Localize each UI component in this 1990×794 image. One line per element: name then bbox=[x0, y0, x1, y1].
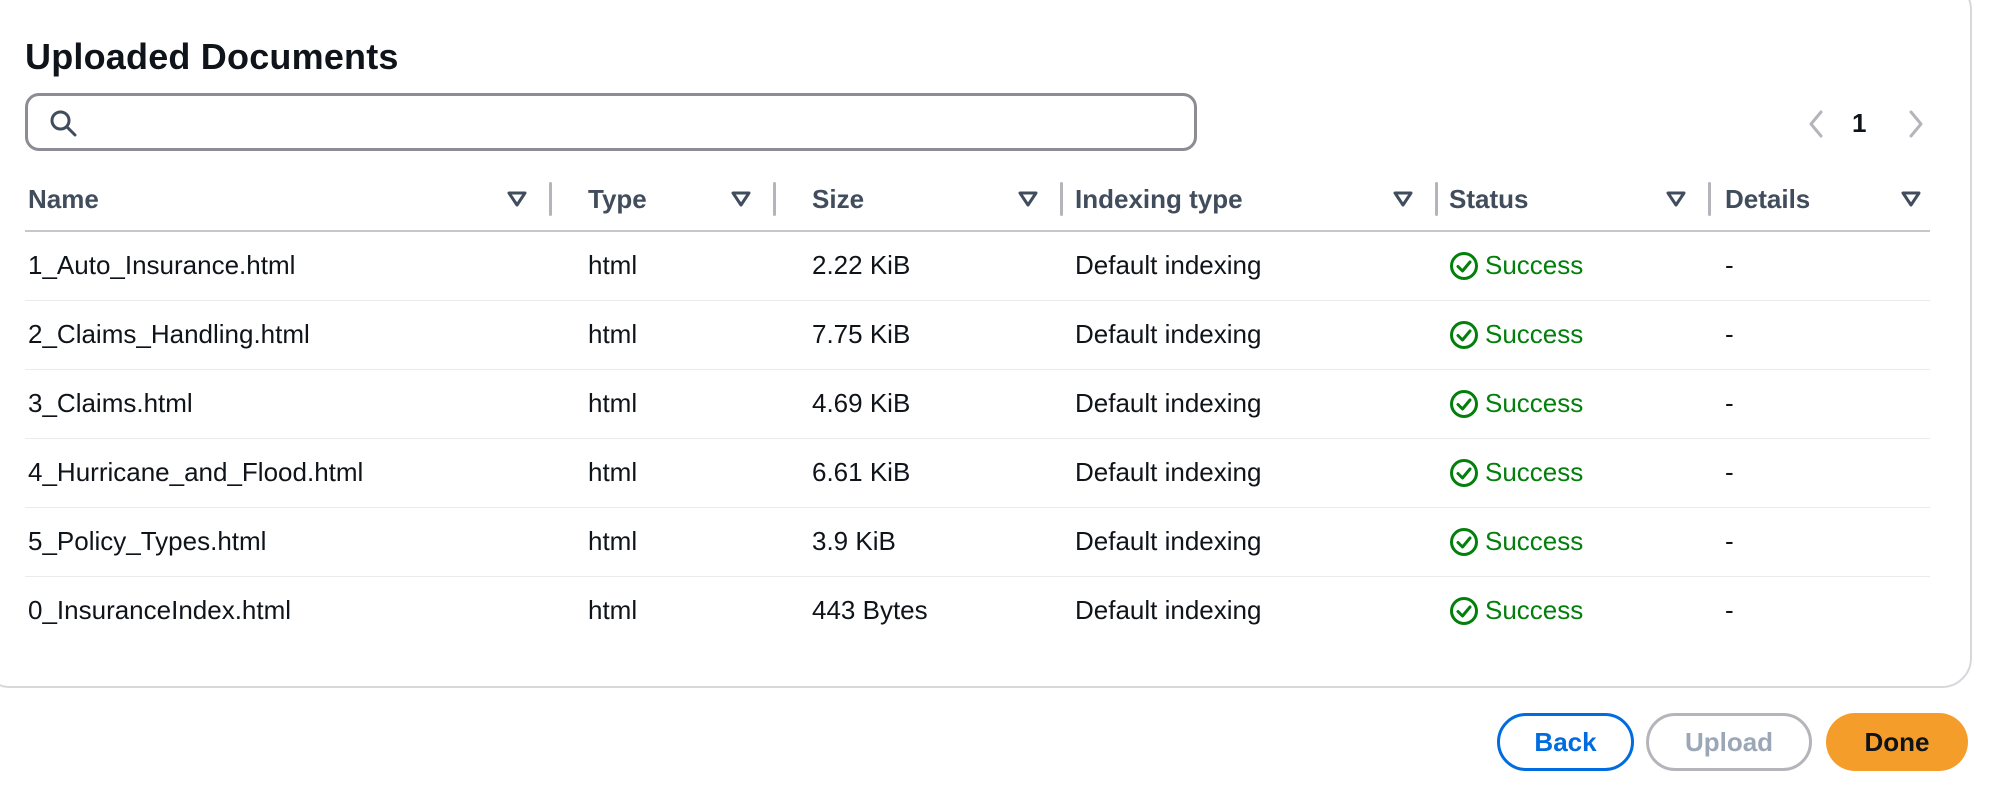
cell-indexing-type: Default indexing bbox=[1075, 388, 1262, 418]
cell-name: 1_Auto_Insurance.html bbox=[28, 250, 296, 280]
check-circle-icon bbox=[1450, 252, 1478, 280]
cell-name: 4_Hurricane_and_Flood.html bbox=[28, 457, 364, 487]
cell-size: 6.61 KiB bbox=[812, 457, 911, 487]
column-header-details[interactable]: Details bbox=[1722, 178, 1930, 230]
cell-indexing-type: Default indexing bbox=[1075, 250, 1262, 280]
cell-details: - bbox=[1725, 319, 1734, 349]
table-row: 5_Policy_Types.html html 3.9 KiB Default… bbox=[25, 508, 1930, 577]
cell-type: html bbox=[588, 319, 638, 349]
caret-down-icon[interactable] bbox=[1392, 188, 1414, 210]
column-resizer[interactable] bbox=[1060, 182, 1063, 216]
column-label: Status bbox=[1449, 184, 1529, 214]
done-button[interactable]: Done bbox=[1826, 713, 1968, 771]
caret-down-icon[interactable] bbox=[1665, 188, 1687, 210]
column-label: Type bbox=[588, 184, 647, 214]
column-resizer[interactable] bbox=[1435, 182, 1438, 216]
cell-type: html bbox=[588, 526, 638, 556]
check-circle-icon bbox=[1450, 459, 1478, 487]
table-row: 0_InsuranceIndex.html html 443 Bytes Def… bbox=[25, 577, 1930, 646]
cell-indexing-type: Default indexing bbox=[1075, 319, 1262, 349]
table-header: Name Type Size Indexing type Status Deta… bbox=[25, 178, 1930, 232]
column-resizer[interactable] bbox=[549, 182, 552, 216]
cell-name: 5_Policy_Types.html bbox=[28, 526, 267, 556]
column-header-name[interactable]: Name bbox=[25, 178, 573, 230]
cell-indexing-type: Default indexing bbox=[1075, 595, 1262, 625]
table-row: 4_Hurricane_and_Flood.html html 6.61 KiB… bbox=[25, 439, 1930, 508]
upload-button[interactable]: Upload bbox=[1646, 713, 1812, 771]
column-resizer[interactable] bbox=[773, 182, 776, 216]
caret-down-icon[interactable] bbox=[1900, 188, 1922, 210]
search-icon bbox=[50, 110, 77, 137]
column-header-status[interactable]: Status bbox=[1446, 178, 1722, 230]
caret-down-icon[interactable] bbox=[730, 188, 752, 210]
cell-details: - bbox=[1725, 595, 1734, 625]
table-row: 1_Auto_Insurance.html html 2.22 KiB Defa… bbox=[25, 232, 1930, 301]
check-circle-icon bbox=[1450, 321, 1478, 349]
table-row: 2_Claims_Handling.html html 7.75 KiB Def… bbox=[25, 301, 1930, 370]
check-circle-icon bbox=[1450, 528, 1478, 556]
caret-down-icon[interactable] bbox=[506, 188, 528, 210]
cell-details: - bbox=[1725, 388, 1734, 418]
cell-details: - bbox=[1725, 526, 1734, 556]
column-label: Indexing type bbox=[1075, 184, 1243, 214]
cell-indexing-type: Default indexing bbox=[1075, 526, 1262, 556]
cell-size: 7.75 KiB bbox=[812, 319, 911, 349]
cell-size: 443 Bytes bbox=[812, 595, 928, 625]
search-input[interactable] bbox=[98, 104, 1178, 140]
cell-size: 3.9 KiB bbox=[812, 526, 896, 556]
cell-type: html bbox=[588, 595, 638, 625]
search-box[interactable] bbox=[25, 93, 1197, 151]
back-button[interactable]: Back bbox=[1497, 713, 1634, 771]
check-circle-icon bbox=[1450, 597, 1478, 625]
chevron-left-icon[interactable] bbox=[1801, 104, 1831, 144]
cell-size: 4.69 KiB bbox=[812, 388, 911, 418]
status-text: Success bbox=[1485, 526, 1584, 556]
cell-details: - bbox=[1725, 250, 1734, 280]
column-label: Details bbox=[1725, 184, 1811, 214]
check-circle-icon bbox=[1450, 390, 1478, 418]
cell-size: 2.22 KiB bbox=[812, 250, 911, 280]
cell-name: 2_Claims_Handling.html bbox=[28, 319, 310, 349]
table-row: 3_Claims.html html 4.69 KiB Default inde… bbox=[25, 370, 1930, 439]
column-label: Name bbox=[28, 184, 99, 214]
page-title: Uploaded Documents bbox=[25, 36, 399, 77]
cell-name: 0_InsuranceIndex.html bbox=[28, 595, 292, 625]
cell-type: html bbox=[588, 250, 638, 280]
status-text: Success bbox=[1485, 457, 1584, 487]
cell-type: html bbox=[588, 388, 638, 418]
column-header-indexing-type[interactable]: Indexing type bbox=[1072, 178, 1452, 230]
column-header-type[interactable]: Type bbox=[585, 178, 805, 230]
cell-details: - bbox=[1725, 457, 1734, 487]
page-number[interactable]: 1 bbox=[1852, 108, 1866, 139]
caret-down-icon[interactable] bbox=[1017, 188, 1039, 210]
status-text: Success bbox=[1485, 595, 1584, 625]
status-text: Success bbox=[1485, 319, 1584, 349]
column-header-size[interactable]: Size bbox=[809, 178, 1069, 230]
column-resizer[interactable] bbox=[1708, 182, 1711, 216]
cell-name: 3_Claims.html bbox=[28, 388, 193, 418]
chevron-right-icon[interactable] bbox=[1901, 104, 1931, 144]
status-text: Success bbox=[1485, 388, 1584, 418]
status-text: Success bbox=[1485, 250, 1584, 280]
column-label: Size bbox=[812, 184, 865, 214]
cell-indexing-type: Default indexing bbox=[1075, 457, 1262, 487]
cell-type: html bbox=[588, 457, 638, 487]
